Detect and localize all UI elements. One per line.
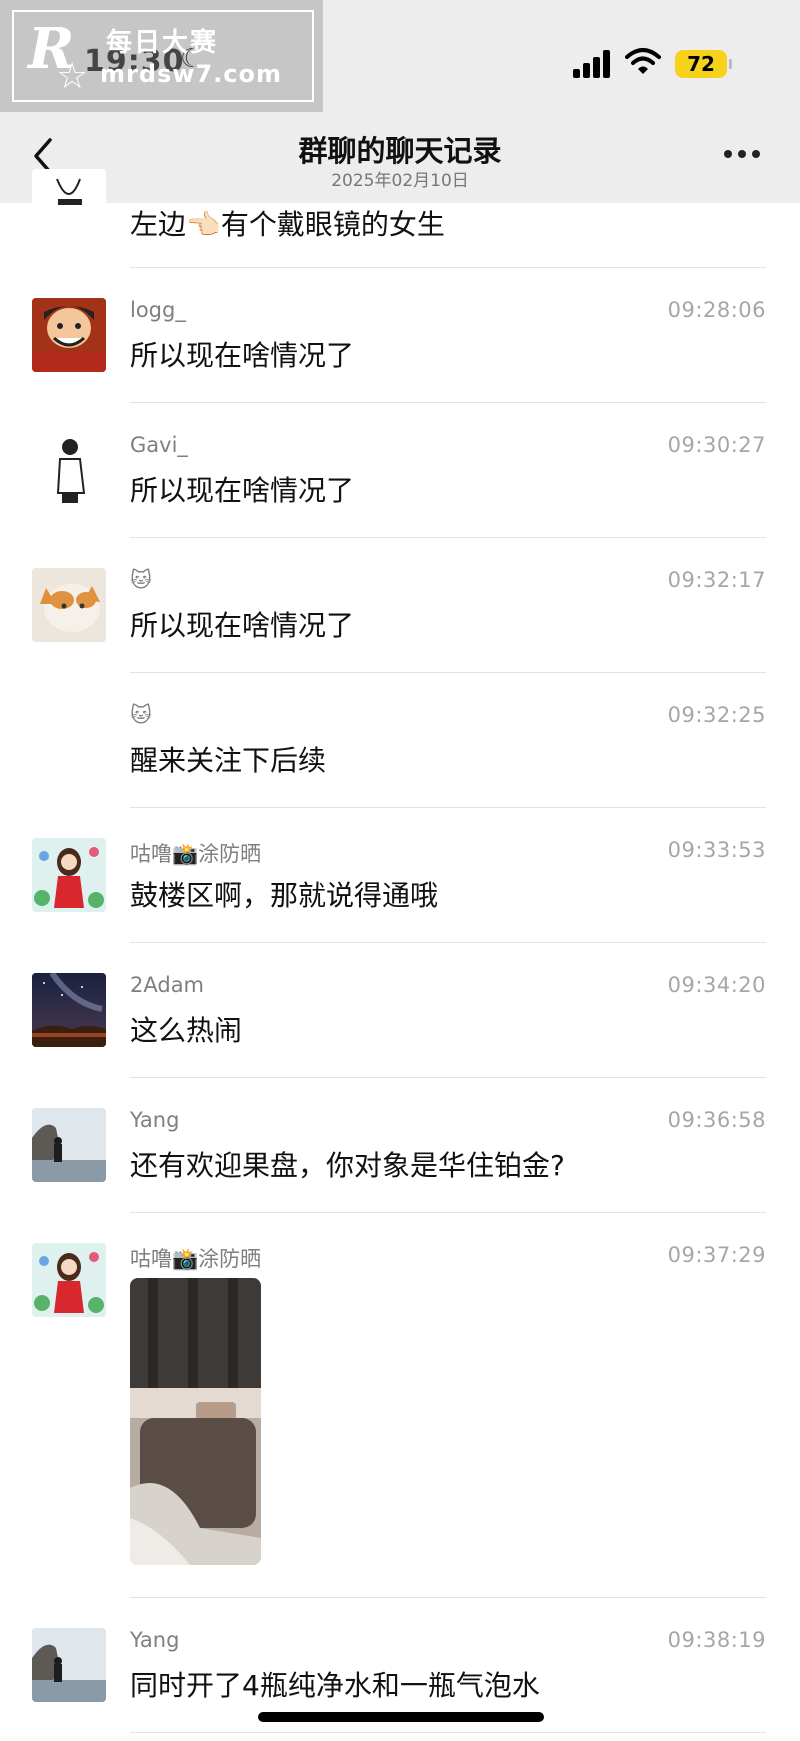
sender-name: 2Adam <box>130 973 205 997</box>
divider <box>130 1212 766 1213</box>
message-text: 所以现在啥情况了 <box>130 339 355 372</box>
message-time: 09:28:06 <box>667 298 766 322</box>
divider <box>130 1597 766 1598</box>
avatar[interactable] <box>32 169 106 239</box>
watermark-cn-text: 每日大赛 <box>106 28 219 58</box>
divider <box>130 267 766 268</box>
message-text: 左边👈🏻有个戴眼镜的女生 <box>130 208 445 241</box>
divider <box>130 672 766 673</box>
divider <box>130 1077 766 1078</box>
watermark-logo: R ☆ 每日大赛 mrdsw7.com <box>0 0 323 112</box>
avatar[interactable] <box>32 433 106 507</box>
message-time: 09:34:20 <box>667 973 766 997</box>
avatar[interactable] <box>32 568 106 642</box>
message-time: 09:37:29 <box>667 1243 766 1267</box>
sender-name: 🐱 <box>130 568 152 592</box>
avatar[interactable] <box>32 838 106 912</box>
message-text: 还有欢迎果盘，你对象是华住铂金? <box>130 1149 565 1182</box>
sender-name: logg_ <box>130 298 186 322</box>
message-text: 这么热闹 <box>130 1014 243 1047</box>
sender-name: Yang <box>130 1628 180 1652</box>
divider <box>130 402 766 403</box>
chat-date: 2025年02月10日 <box>331 171 469 191</box>
more-options-icon[interactable] <box>724 150 764 162</box>
avatar[interactable] <box>32 973 106 1047</box>
message-text: 同时开了4瓶纯净水和一瓶气泡水 <box>130 1669 540 1702</box>
message-time: 09:36:58 <box>667 1108 766 1132</box>
sender-name: Yang <box>130 1108 180 1132</box>
message-time: 09:33:53 <box>667 838 766 862</box>
divider <box>130 537 766 538</box>
avatar[interactable] <box>32 1243 106 1317</box>
avatar[interactable] <box>32 1108 106 1182</box>
wifi-icon <box>625 48 661 74</box>
battery-indicator: 72 <box>675 50 732 78</box>
message-time: 09:38:19 <box>667 1628 766 1652</box>
sender-name: 🐱 <box>130 703 152 727</box>
message-text: 醒来关注下后续 <box>130 744 327 777</box>
message-text: 所以现在啥情况了 <box>130 474 355 507</box>
sender-name: 咕噜📸涂防晒 <box>130 1247 262 1271</box>
avatar[interactable] <box>32 1628 106 1702</box>
chat-title: 群聊的聊天记录 <box>298 134 502 168</box>
divider <box>130 1732 766 1733</box>
home-indicator[interactable] <box>258 1712 544 1722</box>
message-text: 鼓楼区啊，那就说得通哦 <box>130 879 439 912</box>
sender-name: 咕噜📸涂防晒 <box>130 842 262 866</box>
watermark-url: mrdsw7.com <box>100 60 283 88</box>
message-text: 所以现在啥情况了 <box>130 609 355 642</box>
avatar[interactable] <box>32 298 106 372</box>
watermark-star-icon: ☆ <box>56 56 89 97</box>
message-time: 09:32:25 <box>667 703 766 727</box>
message-time: 09:32:17 <box>667 568 766 592</box>
message-time: 09:30:27 <box>667 433 766 457</box>
photo-message[interactable] <box>130 1278 261 1565</box>
divider <box>130 807 766 808</box>
divider <box>130 942 766 943</box>
sender-name: Gavi_ <box>130 433 188 457</box>
cellular-signal-icon <box>573 48 613 78</box>
